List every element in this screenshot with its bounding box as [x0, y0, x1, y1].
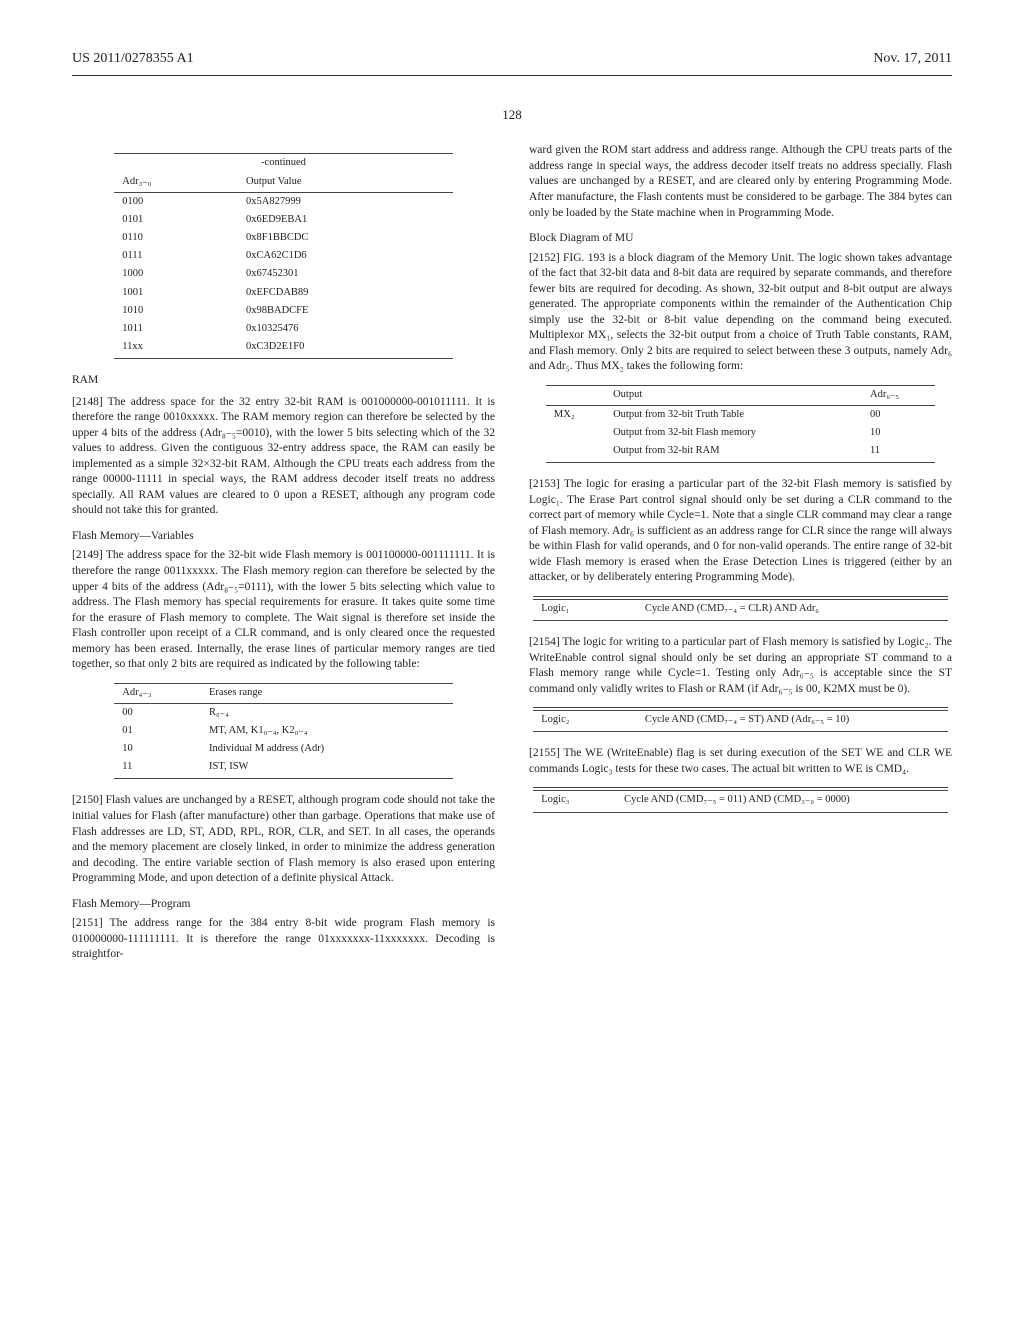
page-number: 128 [72, 106, 952, 124]
table-row: 10100x98BADCFE [114, 302, 452, 320]
table-logic2: Logic₂ Cycle AND (CMD₇₋₄ = ST) AND (Adr₆… [533, 707, 948, 732]
table-row: 10010xEFCDAB89 [114, 284, 452, 302]
table-row: Output from 32-bit RAM11 [546, 442, 935, 463]
table-header: Output [605, 385, 862, 405]
table-row: 01110xCA62C1D6 [114, 247, 452, 265]
section-heading-flash-program: Flash Memory—Program [72, 897, 495, 913]
paragraph-2150: [2150] Flash values are unchanged by a R… [72, 793, 495, 886]
table-row: Output from 32-bit Flash memory10 [546, 424, 935, 442]
publication-number: US 2011/0278355 A1 [72, 50, 194, 69]
table-row: 01MT, AM, K1₀₋₄, K2₀₋₄ [114, 722, 452, 740]
paragraph-continued: ward given the ROM start address and add… [529, 143, 952, 221]
section-heading-mu-block: Block Diagram of MU [529, 231, 952, 247]
patent-page: US 2011/0278355 A1 Nov. 17, 2011 128 -co… [0, 0, 1024, 1007]
header-rule [72, 75, 952, 76]
table-row: 11xx0xC3D2E1F0 [114, 338, 452, 359]
table-header: Adr₃₋₀ [114, 173, 238, 193]
column-right: ward given the ROM start address and add… [529, 143, 952, 966]
table-row: Logic₂ Cycle AND (CMD₇₋₄ = ST) AND (Adr₆… [533, 711, 948, 732]
table-header: Adr₄₋₃ [114, 683, 201, 703]
paragraph-2155: [2155] The WE (WriteEnable) flag is set … [529, 746, 952, 777]
table-logic3: Logic₃ Cycle AND (CMD₇₋₅ = 011) AND (CMD… [533, 787, 948, 812]
table-mx2: Output Adr₆₋₅ MX₂Output from 32-bit Trut… [546, 385, 935, 464]
paragraph-2148: [2148] The address space for the 32 entr… [72, 395, 495, 519]
table-logic1: Logic₁ Cycle AND (CMD₇₋₄ = CLR) AND Adr₆ [533, 596, 948, 621]
table-row: 10110x10325476 [114, 320, 452, 338]
paragraph-2149: [2149] The address space for the 32-bit … [72, 548, 495, 672]
paragraph-2151: [2151] The address range for the 384 ent… [72, 916, 495, 963]
table-row: 10000x67452301 [114, 265, 452, 283]
publication-date: Nov. 17, 2011 [873, 50, 952, 69]
table-header: Adr₆₋₅ [862, 385, 935, 405]
table-caption: -continued [114, 154, 452, 173]
section-heading-ram: RAM [72, 373, 495, 389]
table-row: Logic₃ Cycle AND (CMD₇₋₅ = 011) AND (CMD… [533, 791, 948, 812]
paragraph-2152: [2152] FIG. 193 is a block diagram of th… [529, 251, 952, 375]
section-heading-flash-variables: Flash Memory—Variables [72, 529, 495, 545]
paragraph-2153: [2153] The logic for erasing a particula… [529, 477, 952, 586]
table-header [546, 385, 605, 405]
content-columns: -continued Adr₃₋₀ Output Value 01000x5A8… [72, 143, 952, 966]
table-row: 11IST, ISW [114, 758, 452, 779]
table-header: Erases range [201, 683, 453, 703]
table-row: Logic₁ Cycle AND (CMD₇₋₄ = CLR) AND Adr₆ [533, 599, 948, 620]
table-row: 00R₀₋₄ [114, 703, 452, 722]
table-continued: -continued Adr₃₋₀ Output Value 01000x5A8… [114, 153, 452, 359]
page-header: US 2011/0278355 A1 Nov. 17, 2011 [72, 50, 952, 69]
table-row: 10Individual M address (Adr) [114, 740, 452, 758]
table-row: MX₂Output from 32-bit Truth Table00 [546, 405, 935, 424]
column-left: -continued Adr₃₋₀ Output Value 01000x5A8… [72, 143, 495, 966]
table-row: 01000x5A827999 [114, 192, 452, 211]
table-header: Output Value [238, 173, 453, 193]
paragraph-2154: [2154] The logic for writing to a partic… [529, 635, 952, 697]
table-row: 01010x6ED9EBA1 [114, 211, 452, 229]
table-erase-range: Adr₄₋₃ Erases range 00R₀₋₄ 01MT, AM, K1₀… [114, 683, 452, 780]
table-row: 01100x8F1BBCDC [114, 229, 452, 247]
